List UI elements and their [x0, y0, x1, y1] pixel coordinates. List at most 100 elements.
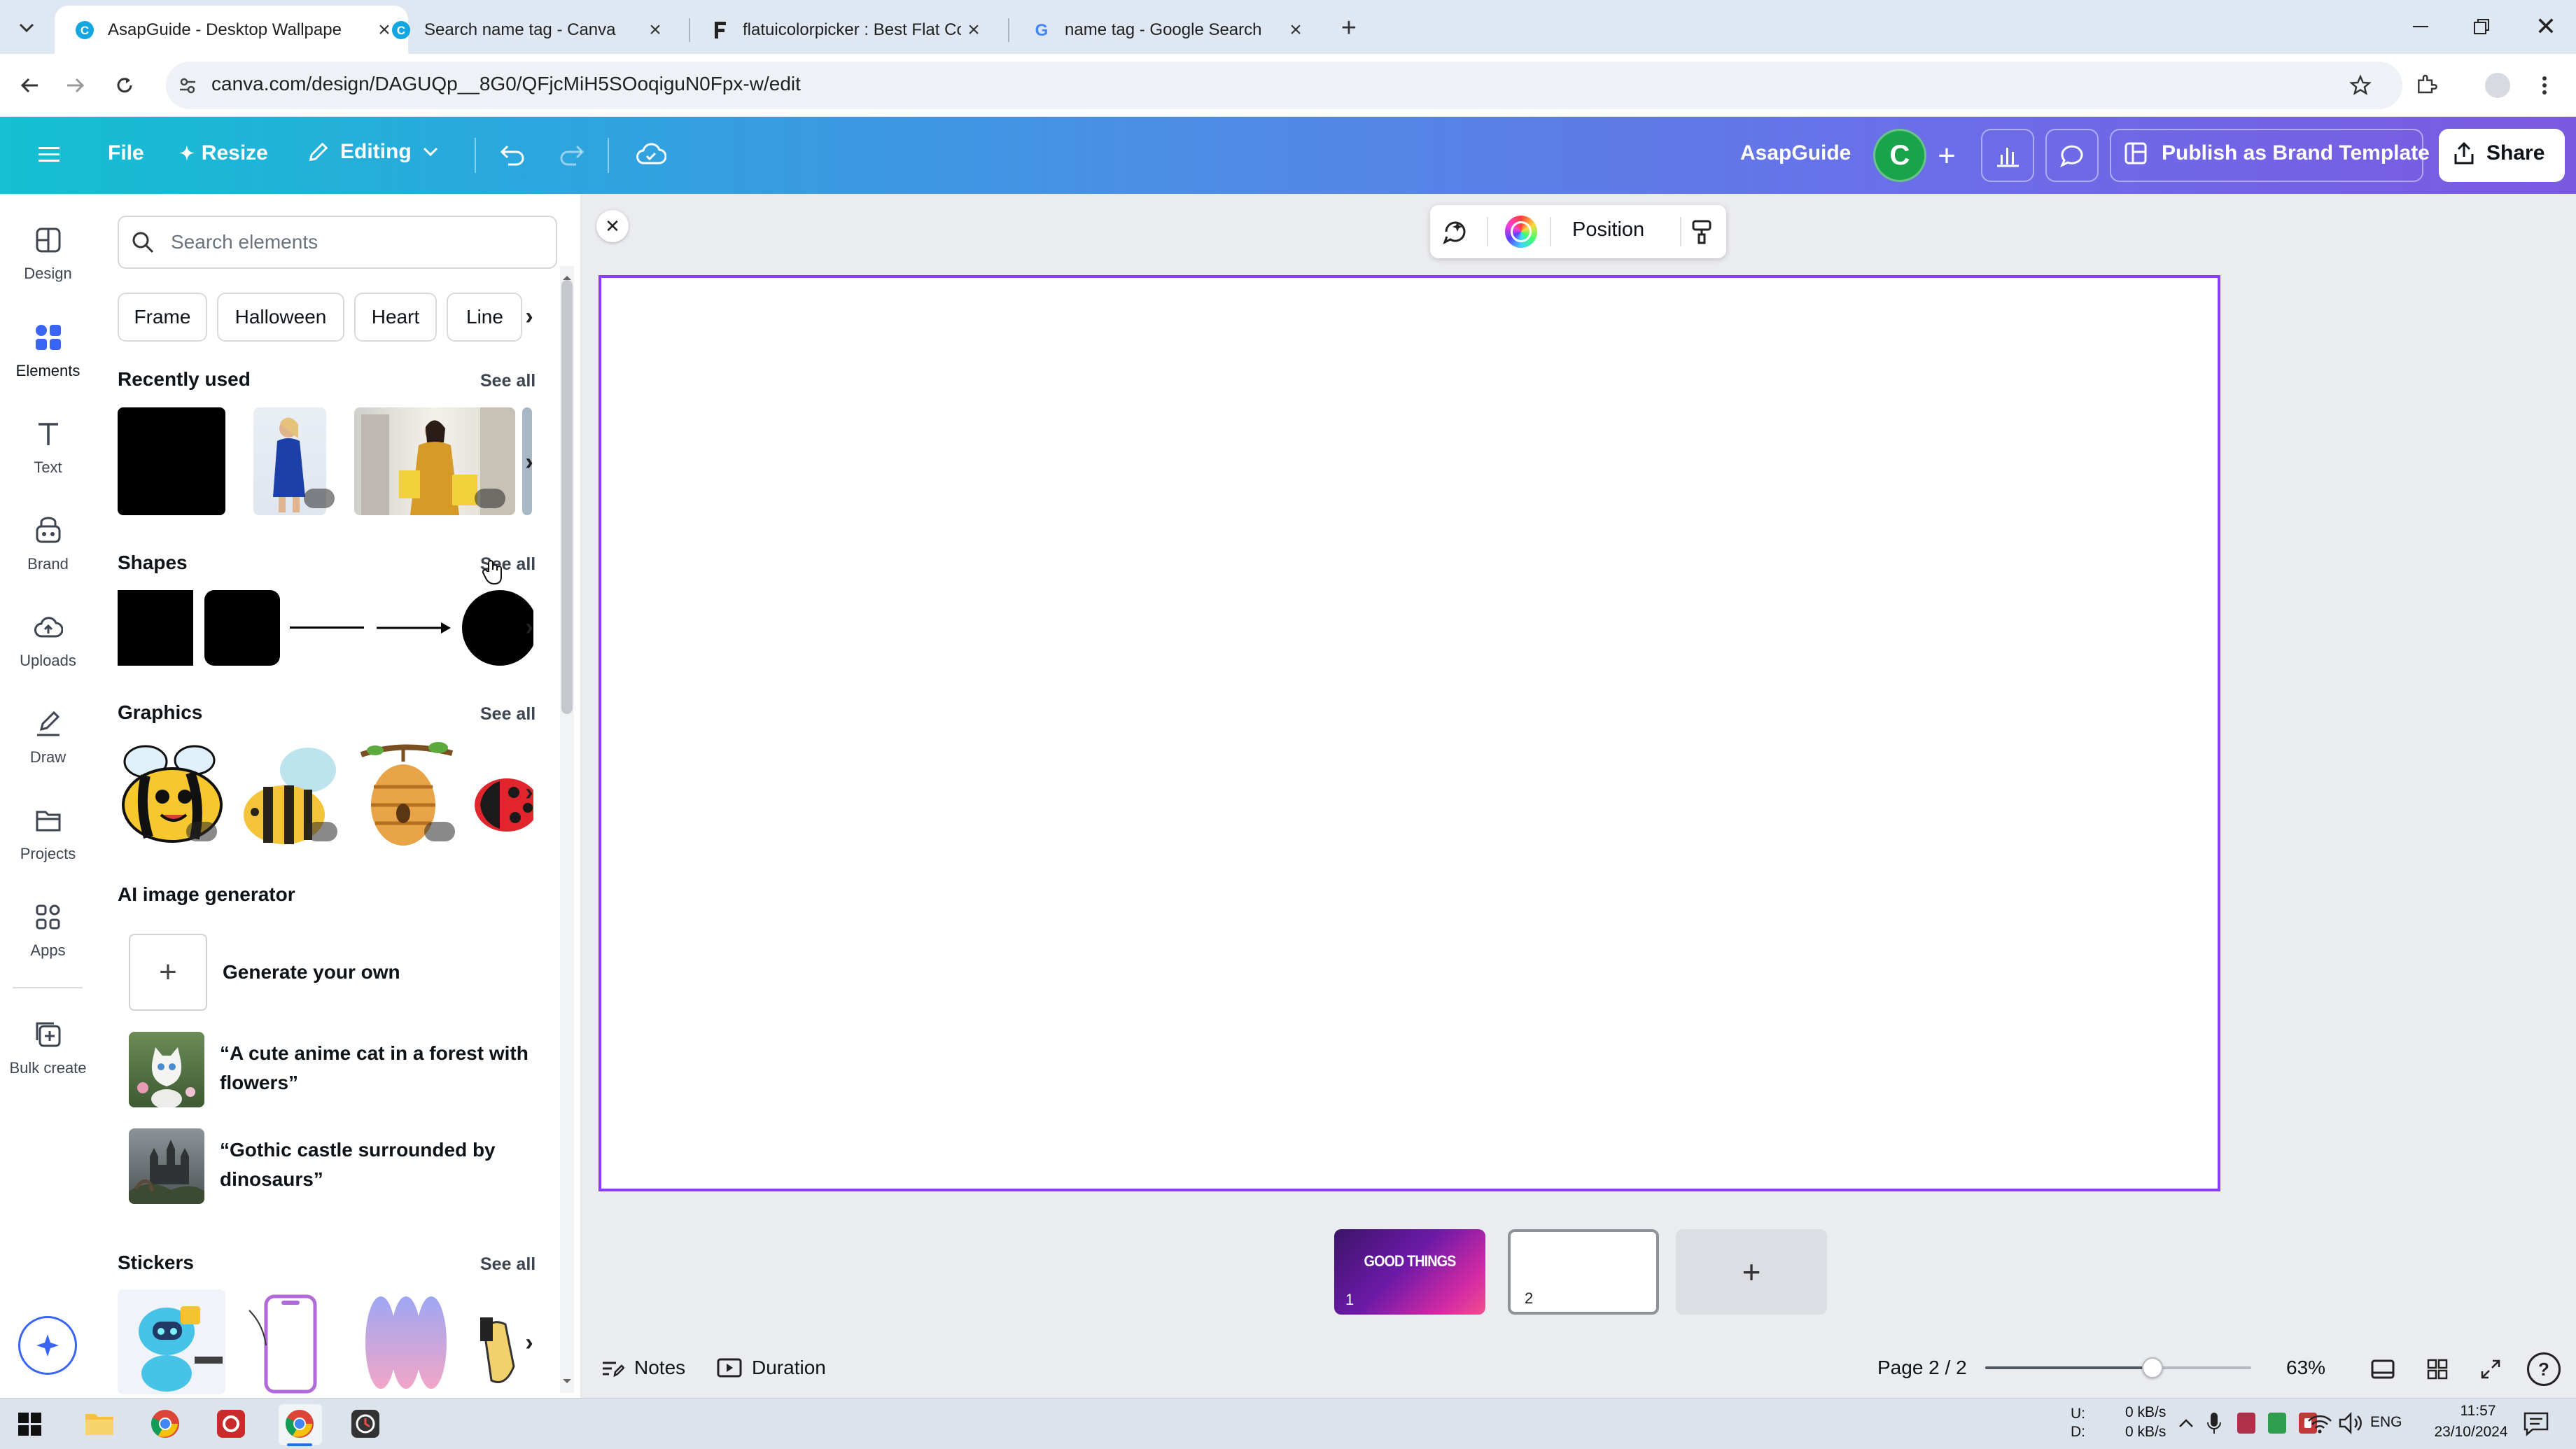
- stickers-see-all[interactable]: See all: [480, 1254, 536, 1275]
- sticker-robot[interactable]: [118, 1289, 225, 1394]
- tray-app-icon[interactable]: [2268, 1413, 2286, 1434]
- graphics-see-all[interactable]: See all: [480, 704, 536, 724]
- back-icon[interactable]: [14, 70, 45, 101]
- rail-item-text[interactable]: Text: [0, 402, 96, 493]
- user-avatar[interactable]: C: [1873, 129, 1926, 182]
- resize-button[interactable]: ✦ Resize: [179, 141, 268, 165]
- page-thumbnail-1[interactable]: GOOD THINGS 1: [1334, 1229, 1485, 1315]
- window-minimize-icon[interactable]: [2403, 11, 2438, 42]
- undo-icon[interactable]: [494, 137, 529, 172]
- windows-start-icon[interactable]: [18, 1413, 42, 1436]
- generate-your-own[interactable]: Generate your own: [223, 958, 400, 987]
- tray-app-icon[interactable]: [2237, 1413, 2255, 1434]
- file-menu[interactable]: File: [108, 141, 144, 165]
- browser-tab-active[interactable]: C AsapGuide - Desktop Wallpape ×: [55, 6, 408, 54]
- shape-square[interactable]: [118, 590, 193, 666]
- redo-icon[interactable]: [555, 137, 590, 172]
- microphone-icon[interactable]: [2206, 1411, 2222, 1435]
- editing-mode-button[interactable]: Editing: [307, 140, 438, 164]
- file-explorer-icon[interactable]: [84, 1410, 115, 1436]
- ai-thumb-anime-cat[interactable]: [129, 1032, 204, 1107]
- chip-frame[interactable]: Frame: [118, 293, 207, 342]
- grid-view-icon[interactable]: [2422, 1354, 2453, 1385]
- add-collaborator-icon[interactable]: +: [1929, 139, 1964, 174]
- rail-item-elements[interactable]: Elements: [0, 305, 96, 396]
- recently-used-see-all[interactable]: See all: [480, 371, 536, 391]
- cloud-saved-icon[interactable]: [633, 136, 669, 172]
- page-thumbnail-2[interactable]: 2: [1508, 1229, 1659, 1315]
- shapes-next-chevron-icon[interactable]: ›: [515, 613, 543, 641]
- panel-scrollbar-thumb[interactable]: [561, 280, 573, 714]
- sticker-gradient-ovals[interactable]: [353, 1289, 461, 1394]
- tray-chevron-up-icon[interactable]: [2176, 1413, 2197, 1434]
- chrome-active-icon[interactable]: [284, 1408, 315, 1439]
- position-button[interactable]: Position: [1572, 218, 1644, 241]
- browser-tab[interactable]: flatuicolorpicker : Best Flat Colo ×: [690, 6, 997, 54]
- profile-avatar[interactable]: [2485, 73, 2510, 98]
- chip-halloween[interactable]: Halloween: [217, 293, 344, 342]
- recorder-app-icon[interactable]: [216, 1408, 246, 1439]
- duration-button[interactable]: Duration: [717, 1357, 826, 1379]
- clock-date[interactable]: 23/10/2024: [2422, 1424, 2520, 1441]
- volume-icon[interactable]: [2338, 1411, 2365, 1435]
- chip-line[interactable]: Line: [447, 293, 522, 342]
- reload-icon[interactable]: [109, 70, 140, 101]
- paint-format-icon[interactable]: [1684, 216, 1719, 248]
- rail-item-draw[interactable]: Draw: [0, 692, 96, 783]
- ai-prompt-anime-cat[interactable]: “A cute anime cat in a forest with flowe…: [220, 1039, 549, 1098]
- wifi-icon[interactable]: [2306, 1410, 2334, 1438]
- ai-edit-icon[interactable]: [1438, 216, 1473, 248]
- add-page-button[interactable]: +: [1676, 1229, 1827, 1315]
- bookmark-star-icon[interactable]: [2345, 70, 2376, 101]
- rail-item-apps[interactable]: Apps: [0, 885, 96, 976]
- new-tab-icon[interactable]: +: [1334, 13, 1364, 43]
- fullscreen-icon[interactable]: [2475, 1354, 2506, 1385]
- scroll-down-arrow-icon[interactable]: [561, 1378, 573, 1385]
- team-name[interactable]: AsapGuide: [1740, 141, 1851, 165]
- site-info-icon[interactable]: [175, 73, 200, 98]
- tab-close-icon[interactable]: ×: [1283, 18, 1308, 43]
- rail-item-design[interactable]: Design: [0, 208, 96, 299]
- window-close-icon[interactable]: ✕: [2528, 11, 2563, 42]
- shape-line[interactable]: [290, 626, 364, 629]
- chip-heart[interactable]: Heart: [354, 293, 437, 342]
- scroll-up-arrow-icon[interactable]: [561, 274, 573, 281]
- rail-item-uploads[interactable]: Uploads: [0, 595, 96, 686]
- generate-plus-icon[interactable]: +: [129, 934, 207, 1011]
- comments-button[interactable]: [2045, 129, 2099, 182]
- extensions-icon[interactable]: [2411, 69, 2442, 99]
- graphics-next-chevron-icon[interactable]: ›: [515, 778, 543, 806]
- zoom-level[interactable]: 63%: [2286, 1357, 2325, 1379]
- tab-close-icon[interactable]: ×: [643, 18, 668, 43]
- window-restore-icon[interactable]: [2464, 11, 2499, 42]
- tab-search-chevron-icon[interactable]: [13, 14, 41, 42]
- page-indicator[interactable]: Page 2 / 2: [1877, 1357, 1967, 1379]
- main-menu-icon[interactable]: [34, 139, 64, 169]
- stickers-next-chevron-icon[interactable]: ›: [515, 1329, 543, 1357]
- rail-item-brand[interactable]: Brand: [0, 498, 96, 589]
- magic-assistant-button[interactable]: [18, 1316, 77, 1375]
- chrome-icon[interactable]: [150, 1408, 181, 1439]
- clock-app-icon[interactable]: [350, 1408, 381, 1439]
- browser-menu-icon[interactable]: [2534, 70, 2555, 101]
- close-panel-icon[interactable]: ✕: [596, 210, 629, 242]
- design-page-canvas[interactable]: [598, 275, 2220, 1191]
- shape-rounded-square[interactable]: [204, 590, 280, 666]
- ai-prompt-gothic-castle[interactable]: “Gothic castle surrounded by dinosaurs”: [220, 1135, 549, 1194]
- sticker-phone[interactable]: [235, 1289, 343, 1394]
- language-indicator[interactable]: ENG: [2370, 1414, 2402, 1431]
- browser-tab[interactable]: G name tag - Google Search ×: [1011, 6, 1320, 54]
- chips-next-chevron-icon[interactable]: ›: [515, 302, 543, 330]
- pages-view-icon[interactable]: [2367, 1354, 2398, 1385]
- notes-button[interactable]: Notes: [601, 1357, 685, 1379]
- insights-button[interactable]: [1981, 129, 2034, 182]
- recent-next-chevron-icon[interactable]: ›: [515, 448, 543, 476]
- shape-arrow-line[interactable]: [377, 619, 452, 637]
- tab-close-icon[interactable]: ×: [961, 18, 986, 43]
- rail-item-bulk-create[interactable]: Bulk create: [0, 1002, 96, 1093]
- rail-item-projects[interactable]: Projects: [0, 788, 96, 879]
- ai-thumb-gothic-castle[interactable]: [129, 1128, 204, 1204]
- clock-time[interactable]: 11:57: [2436, 1403, 2520, 1420]
- recent-black-square[interactable]: [118, 407, 225, 515]
- notifications-icon[interactable]: [2523, 1411, 2549, 1436]
